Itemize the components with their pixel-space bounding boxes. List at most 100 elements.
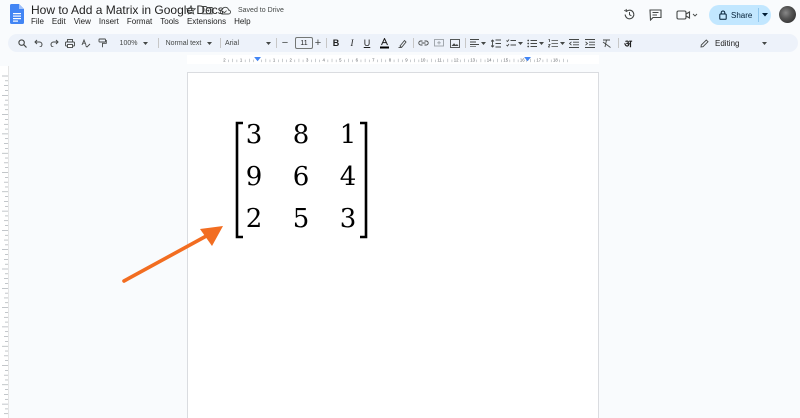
divider	[618, 38, 619, 48]
menu-help[interactable]: Help	[234, 17, 250, 26]
google-docs-window: How to Add a Matrix in Google Docs Saved…	[0, 0, 800, 418]
menu-view[interactable]: View	[74, 17, 91, 26]
ruler-number: 13	[470, 58, 475, 63]
editing-mode-value: Editing	[715, 38, 740, 48]
ruler-number: 10	[421, 58, 426, 63]
matrix-cell: 9	[245, 162, 263, 192]
ruler-number: 2	[289, 58, 292, 63]
align-select[interactable]	[468, 34, 488, 52]
ruler-number: 14	[487, 58, 492, 63]
matrix-cell: 3	[339, 204, 357, 234]
checklist-select[interactable]	[504, 34, 524, 52]
paragraph-style-value: Normal text	[165, 39, 202, 47]
right-indent-marker[interactable]	[524, 57, 531, 62]
header: How to Add a Matrix in Google Docs Saved…	[0, 0, 800, 32]
divider	[413, 38, 414, 48]
redo-icon[interactable]	[48, 34, 60, 52]
ruler-number: 18	[553, 58, 558, 63]
matrix-cell: 8	[292, 120, 310, 150]
avatar[interactable]	[779, 6, 796, 23]
ruler-number: 17	[536, 58, 541, 63]
menu-insert[interactable]: Insert	[99, 17, 119, 26]
clear-formatting-icon[interactable]	[600, 34, 614, 52]
paragraph-style-select[interactable]: Normal text	[159, 34, 219, 52]
menu-bar: File Edit View Insert Format Tools Exten…	[31, 17, 259, 26]
ruler-number: 1	[273, 58, 276, 63]
font-select[interactable]: Arial	[224, 34, 274, 52]
right-bracket	[360, 121, 368, 239]
annotation-arrow	[122, 226, 223, 283]
chevron-down-icon	[559, 41, 565, 45]
divider	[465, 38, 466, 48]
chevron-down-icon	[517, 41, 523, 45]
lock-icon	[719, 10, 727, 20]
insert-image-icon[interactable]	[448, 34, 462, 52]
font-size-input[interactable]: 11	[295, 37, 313, 49]
search-menus-icon[interactable]	[16, 34, 28, 52]
meet-video-icon[interactable]	[676, 9, 698, 21]
chevron-down-icon	[266, 41, 271, 45]
ruler-number: 1	[240, 58, 243, 63]
chevron-down-icon[interactable]	[762, 13, 768, 17]
chevron-down-icon	[143, 41, 149, 45]
pencil-icon	[700, 38, 709, 48]
highlight-color-icon[interactable]	[396, 34, 408, 52]
share-button[interactable]: Share	[709, 5, 771, 25]
version-history-icon[interactable]	[623, 8, 636, 21]
move-folder-icon[interactable]	[202, 5, 213, 15]
left-indent-marker[interactable]	[254, 57, 261, 62]
matrix-cell: 3	[245, 120, 263, 150]
ruler-number: 4	[323, 58, 326, 63]
horizontal-ruler[interactable]: 2 1 1 2 3 4 5 6 7 8 9 10 11 12 13 14 15 16 17 18	[187, 55, 599, 64]
zoom-select[interactable]: 100%	[114, 34, 154, 52]
chevron-down-icon	[207, 41, 213, 45]
ruler-number: 15	[503, 58, 508, 63]
cloud-saved-icon[interactable]	[219, 6, 231, 15]
matrix-cell: 1	[339, 120, 357, 150]
save-status: Saved to Drive	[238, 6, 284, 14]
numbered-list-select[interactable]	[546, 34, 566, 52]
line-spacing-icon[interactable]	[489, 34, 503, 52]
ruler-number: 8	[389, 58, 392, 63]
increase-indent-icon[interactable]	[583, 34, 597, 52]
print-icon[interactable]	[64, 34, 76, 52]
increase-font-size-button[interactable]: +	[313, 34, 323, 52]
add-comment-icon[interactable]	[432, 34, 446, 52]
spelling-check-icon[interactable]	[80, 34, 92, 52]
bold-button[interactable]: B	[330, 34, 342, 52]
share-divider	[758, 8, 759, 22]
matrix-cell: 6	[292, 162, 310, 192]
text-color-button[interactable]	[378, 34, 390, 52]
insert-link-icon[interactable]	[416, 34, 430, 52]
paint-format-icon[interactable]	[96, 34, 108, 52]
matrix-cell: 5	[292, 204, 310, 234]
ruler-number: 9	[405, 58, 408, 63]
italic-button[interactable]: I	[346, 34, 358, 52]
docs-logo-icon[interactable]	[10, 4, 24, 24]
ruler-scale	[2, 75, 8, 415]
input-tools-icon[interactable]: अ	[621, 34, 635, 52]
menu-format[interactable]: Format	[127, 17, 152, 26]
ruler-number: 2	[223, 58, 226, 63]
bulleted-list-select[interactable]	[525, 34, 545, 52]
editing-mode-select[interactable]: Editing	[698, 34, 778, 52]
ruler-number: 16	[520, 58, 525, 63]
comments-icon[interactable]	[649, 9, 662, 21]
undo-icon[interactable]	[32, 34, 44, 52]
vertical-ruler[interactable]	[0, 66, 9, 418]
font-value: Arial	[225, 39, 240, 47]
menu-edit[interactable]: Edit	[52, 17, 66, 26]
menu-file[interactable]: File	[31, 17, 44, 26]
menu-extensions[interactable]: Extensions	[187, 17, 226, 26]
matrix-equation[interactable]: 381964253	[233, 120, 371, 240]
decrease-indent-icon[interactable]	[567, 34, 581, 52]
star-icon[interactable]	[186, 5, 196, 15]
ruler-scale: 2 1 1 2 3 4 5 6 7 8 9 10 11 12 13 14 15 16 17 18	[223, 57, 569, 63]
zoom-value: 100%	[119, 39, 138, 47]
decrease-font-size-button[interactable]: −	[280, 34, 290, 52]
ruler-number: 5	[339, 58, 342, 63]
matrix-cell: 2	[245, 204, 263, 234]
underline-button[interactable]: U	[361, 34, 373, 52]
menu-tools[interactable]: Tools	[160, 17, 179, 26]
title-actions: Saved to Drive	[186, 4, 284, 16]
